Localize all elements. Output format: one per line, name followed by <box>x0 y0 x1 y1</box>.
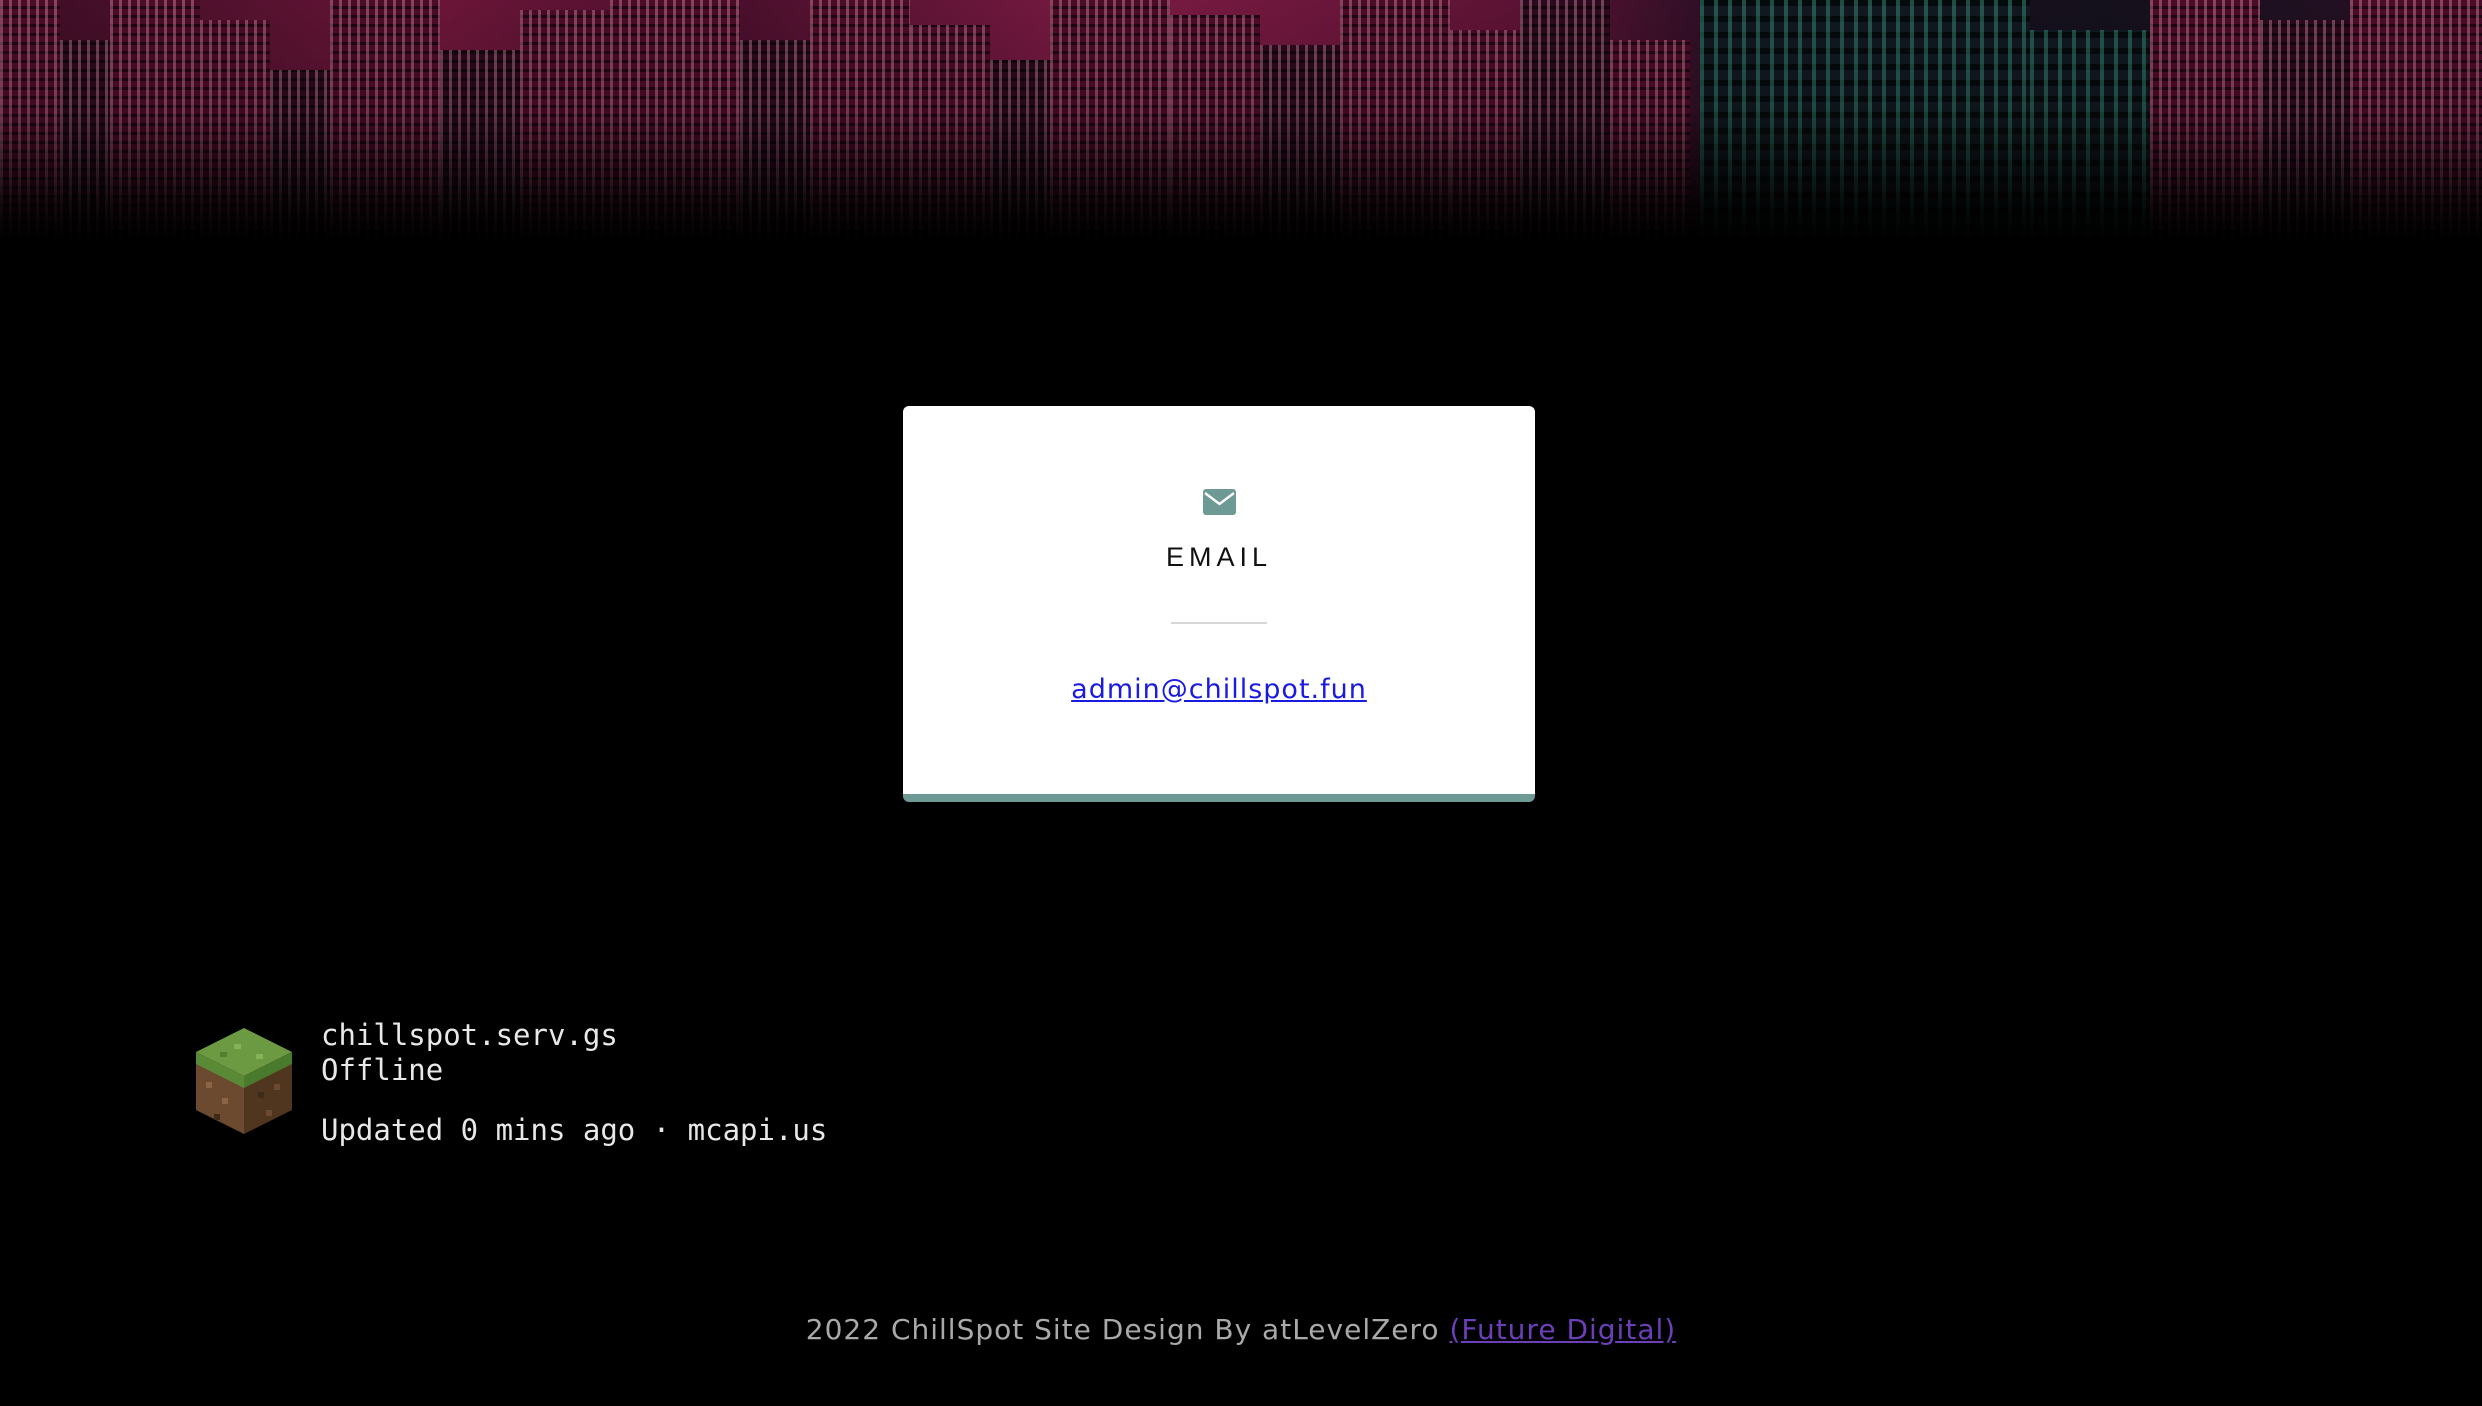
header-banner-image <box>0 0 2482 240</box>
card-title: EMAIL <box>1165 542 1273 572</box>
server-host: chillspot.serv.gs <box>321 1018 618 1052</box>
server-updated: Updated 0 mins ago · mcapi.us <box>321 1113 828 1147</box>
footer-text: 2022 ChillSpot Site Design By atLevelZer… <box>805 1313 1440 1346</box>
server-status-widget: chillspot.serv.gs Offline Updated 0 mins… <box>194 1018 834 1148</box>
footer-link[interactable]: (Future Digital) <box>1449 1313 1676 1346</box>
envelope-icon <box>1203 489 1236 515</box>
grass-block-icon <box>196 1028 292 1134</box>
email-link[interactable]: admin@chillspot.fun <box>903 674 1535 705</box>
email-card: EMAIL admin@chillspot.fun <box>903 406 1535 802</box>
footer: 2022 ChillSpot Site Design By atLevelZer… <box>0 1313 2482 1346</box>
card-divider <box>1171 622 1267 624</box>
server-status: Offline <box>321 1053 444 1087</box>
